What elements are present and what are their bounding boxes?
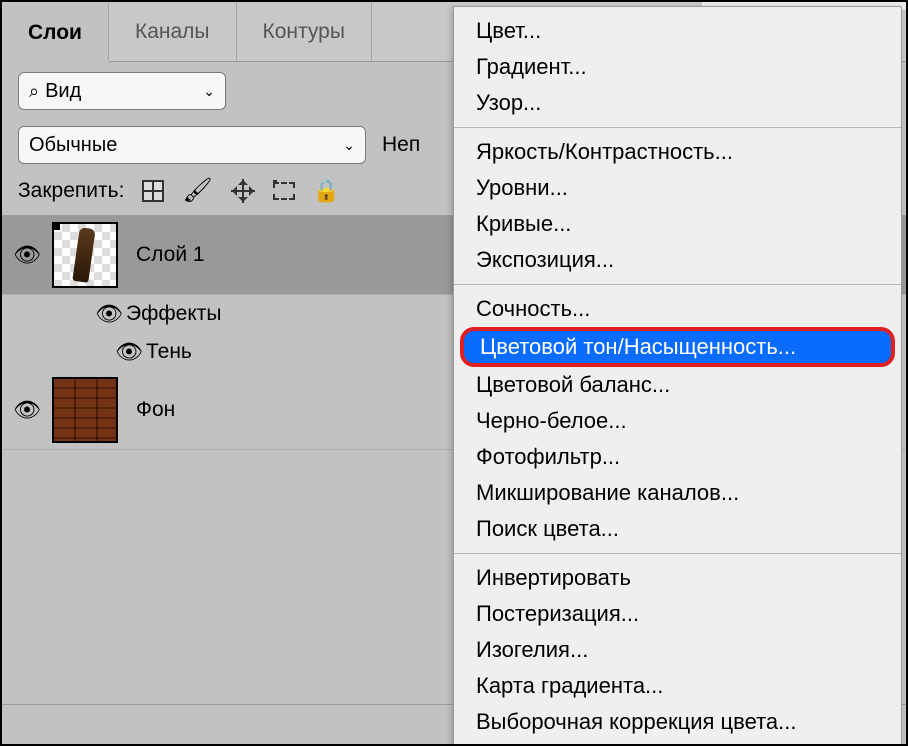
visibility-toggle[interactable]: 👁 <box>112 339 146 365</box>
menu-brightness-contrast[interactable]: Яркость/Контрастность... <box>454 134 901 170</box>
filter-label: Вид <box>45 80 81 102</box>
chevron-down-icon: ⌄ <box>343 137 355 154</box>
menu-levels[interactable]: Уровни... <box>454 170 901 206</box>
layer-filter-select[interactable]: ⌕ Вид ⌄ <box>18 72 226 110</box>
menu-photo-filter[interactable]: Фотофильтр... <box>454 439 901 475</box>
menu-black-white[interactable]: Черно-белое... <box>454 403 901 439</box>
lock-artboard-icon[interactable] <box>273 180 295 202</box>
tab-paths[interactable]: Контуры <box>237 2 372 61</box>
menu-gradient[interactable]: Градиент... <box>454 49 901 85</box>
layer-thumbnail[interactable] <box>52 222 118 288</box>
menu-channel-mixer[interactable]: Микширование каналов... <box>454 475 901 511</box>
menu-threshold[interactable]: Изогелия... <box>454 632 901 668</box>
menu-separator <box>454 553 901 554</box>
adjustment-layer-menu: Цвет... Градиент... Узор... Яркость/Конт… <box>453 6 902 746</box>
visibility-toggle[interactable]: 👁 <box>2 242 52 268</box>
menu-gradient-map[interactable]: Карта градиента... <box>454 668 901 704</box>
effects-label: Эффекты <box>126 302 221 326</box>
menu-pattern[interactable]: Узор... <box>454 85 901 121</box>
lock-label: Закрепить: <box>18 179 124 203</box>
lock-position-icon[interactable] <box>231 179 255 203</box>
layers-panel: Слои Каналы Контуры ⌕ Вид ⌄ Обычные ⌄ Неп… <box>0 0 908 746</box>
menu-hue-saturation[interactable]: Цветовой тон/Насыщенность... <box>460 327 895 367</box>
layer-name[interactable]: Фон <box>136 398 175 422</box>
menu-solid-color[interactable]: Цвет... <box>454 13 901 49</box>
tab-channels[interactable]: Каналы <box>109 2 237 61</box>
blend-mode-select[interactable]: Обычные ⌄ <box>18 126 366 164</box>
menu-separator <box>454 284 901 285</box>
blend-mode-label: Обычные <box>29 134 117 157</box>
menu-selective-color[interactable]: Выборочная коррекция цвета... <box>454 704 901 740</box>
lock-all-icon[interactable]: 🔒 <box>313 178 340 204</box>
tab-layers[interactable]: Слои <box>2 3 109 62</box>
visibility-toggle[interactable]: 👁 <box>92 301 126 327</box>
menu-exposure[interactable]: Экспозиция... <box>454 242 901 278</box>
lock-pixels-icon[interactable]: 🖌 <box>182 176 212 205</box>
layer-thumbnail[interactable] <box>52 377 118 443</box>
opacity-label: Неп <box>382 133 420 157</box>
layer-name[interactable]: Слой 1 <box>136 243 205 267</box>
menu-invert[interactable]: Инвертировать <box>454 560 901 596</box>
menu-separator <box>454 127 901 128</box>
menu-color-lookup[interactable]: Поиск цвета... <box>454 511 901 547</box>
menu-color-balance[interactable]: Цветовой баланс... <box>454 367 901 403</box>
menu-curves[interactable]: Кривые... <box>454 206 901 242</box>
visibility-toggle[interactable]: 👁 <box>2 397 52 423</box>
chevron-down-icon: ⌄ <box>203 83 215 100</box>
search-icon: ⌕ <box>29 81 39 101</box>
effect-name: Тень <box>146 340 192 364</box>
menu-vibrance[interactable]: Сочность... <box>454 291 901 327</box>
lock-transparency-icon[interactable] <box>142 180 164 202</box>
menu-posterize[interactable]: Постеризация... <box>454 596 901 632</box>
